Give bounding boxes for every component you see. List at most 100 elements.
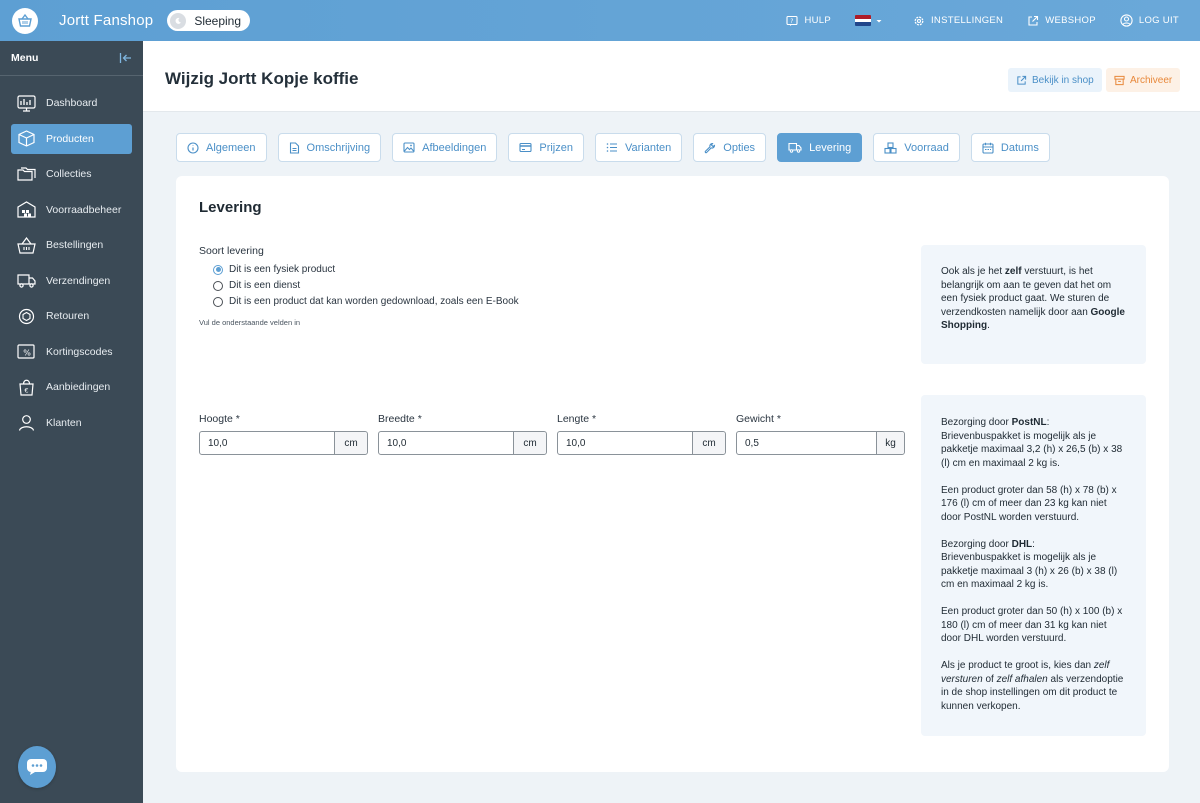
- list-icon: [606, 143, 617, 152]
- sidebar-item-bestellingen[interactable]: Bestellingen: [11, 230, 132, 260]
- tab-label: Datums: [1000, 141, 1039, 154]
- sidebar-item-voorraadbeheer[interactable]: Voorraadbeheer: [11, 195, 132, 225]
- weight-input[interactable]: 0,5: [737, 432, 876, 454]
- tab-opties[interactable]: Opties: [693, 133, 767, 162]
- product-tabs: Algemeen Omschrijving Afbeeldingen Prijz…: [176, 133, 1061, 162]
- sidebar-item-klanten[interactable]: Klanten: [11, 408, 132, 438]
- height-unit: cm: [334, 432, 367, 454]
- sidebar-item-retouren[interactable]: Retouren: [11, 301, 132, 331]
- shop-status-label: Sleeping: [194, 13, 242, 28]
- tab-algemeen[interactable]: Algemeen: [176, 133, 267, 162]
- top-nav: ? HULP INSTELLINGEN WEBSHOP LOG UIT: [762, 0, 1179, 41]
- delivery-type-label: Soort levering: [199, 245, 264, 257]
- sidebar-item-collecties[interactable]: Collecties: [11, 159, 132, 189]
- sidebar-item-producten[interactable]: Producten: [11, 123, 132, 154]
- radio-download[interactable]: Dit is een product dat kan worden gedown…: [213, 296, 519, 307]
- tab-voorraad[interactable]: Voorraad: [873, 133, 960, 162]
- radio-physical-product[interactable]: Dit is een fysiek product: [213, 264, 335, 275]
- sidebar-item-label: Retouren: [46, 310, 90, 322]
- sidebar-item-label: Aanbiedingen: [46, 381, 111, 393]
- view-in-shop-button[interactable]: Bekijk in shop: [1008, 68, 1102, 92]
- archive-button[interactable]: Archiveer: [1106, 68, 1181, 92]
- help-link[interactable]: ? HULP: [786, 15, 831, 27]
- radio-button-checked[interactable]: [213, 264, 223, 275]
- chat-support-button[interactable]: [18, 746, 56, 788]
- shop-logo-icon[interactable]: [12, 7, 38, 34]
- weight-unit: kg: [876, 432, 904, 454]
- truck-icon: [788, 142, 802, 153]
- external-link-icon: [1017, 75, 1027, 85]
- physical-product-info-text: Ook als je het zelf verstuurt, is het be…: [941, 266, 1125, 331]
- tab-label: Voorraad: [904, 141, 949, 154]
- tab-label: Afbeeldingen: [422, 141, 487, 154]
- language-selector[interactable]: [854, 15, 889, 26]
- length-field[interactable]: 10,0 cm: [557, 431, 726, 455]
- height-field[interactable]: 10,0 cm: [199, 431, 368, 455]
- settings-link[interactable]: INSTELLINGEN: [913, 15, 1003, 27]
- calendar-icon: [982, 142, 994, 154]
- collapse-sidebar-icon[interactable]: [119, 52, 132, 64]
- chat-icon: [27, 759, 47, 775]
- folders-icon: [17, 166, 36, 181]
- credit-card-icon: [519, 142, 532, 153]
- too-big-info: Als je product te groot is, kies dan zel…: [941, 660, 1124, 712]
- width-field[interactable]: 10,0 cm: [378, 431, 547, 455]
- postnl-info: Bezorging door PostNL: Brievenbuspakket i…: [941, 417, 1123, 469]
- sidebar-item-label: Verzendingen: [46, 274, 111, 287]
- radio-button[interactable]: [213, 296, 223, 307]
- sidebar-item-label: Producten: [46, 132, 94, 145]
- sidebar-item-dashboard[interactable]: Dashboard: [11, 88, 132, 118]
- archive-label: Archiveer: [1130, 74, 1173, 86]
- height-label: Hoogte *: [199, 413, 240, 425]
- sidebar-item-kortingscodes[interactable]: % Kortingscodes: [11, 337, 132, 367]
- archive-icon: [1114, 75, 1125, 85]
- weight-field[interactable]: 0,5 kg: [736, 431, 905, 455]
- sidebar: Menu Dashboard Producten Collecties Voor…: [0, 41, 143, 803]
- svg-text:%: %: [23, 349, 31, 358]
- shop-name[interactable]: Jortt Fanshop: [59, 12, 153, 29]
- warehouse-icon: [17, 201, 36, 218]
- width-label: Breedte *: [378, 413, 422, 425]
- sidebar-item-aanbiedingen[interactable]: € Aanbiedingen: [11, 372, 132, 402]
- webshop-link[interactable]: WEBSHOP: [1027, 15, 1096, 27]
- radio-service[interactable]: Dit is een dienst: [213, 280, 300, 291]
- dutch-flag-icon: [854, 15, 871, 26]
- sidebar-item-verzendingen[interactable]: Verzendingen: [11, 266, 132, 296]
- length-input[interactable]: 10,0: [558, 432, 692, 454]
- card-title: Levering: [199, 199, 262, 216]
- help-icon: ?: [786, 15, 798, 26]
- svg-text:?: ?: [791, 18, 795, 25]
- tab-afbeeldingen[interactable]: Afbeeldingen: [392, 133, 498, 162]
- width-unit: cm: [513, 432, 546, 454]
- tab-varianten[interactable]: Varianten: [594, 133, 683, 162]
- sidebar-item-label: Voorraadbeheer: [46, 203, 122, 216]
- tab-levering[interactable]: Levering: [777, 133, 863, 162]
- tab-label: Opties: [723, 141, 756, 154]
- tab-datums[interactable]: Datums: [970, 133, 1050, 162]
- shipping-info-box: Bezorging door PostNL: Brievenbuspakket i…: [921, 395, 1146, 736]
- height-input[interactable]: 10,0: [200, 432, 334, 454]
- radio-button[interactable]: [213, 280, 223, 291]
- radio-label: Dit is een fysiek product: [229, 264, 336, 275]
- sidebar-header: Menu: [0, 41, 143, 76]
- webshop-label: WEBSHOP: [1045, 15, 1096, 26]
- page-header: Wijzig Jortt Kopje koffie Bekijk in shop…: [143, 41, 1200, 112]
- sidebar-item-label: Klanten: [46, 416, 82, 429]
- shop-status-toggle[interactable]: Sleeping: [167, 10, 251, 31]
- tab-label: Omschrijving: [306, 141, 371, 154]
- dashboard-icon: [17, 94, 36, 112]
- tab-omschrijving[interactable]: Omschrijving: [277, 133, 382, 162]
- tab-prijzen[interactable]: Prijzen: [508, 133, 584, 162]
- discount-icon: %: [17, 344, 35, 359]
- logout-label: LOG UIT: [1138, 15, 1179, 26]
- delivery-card: Levering Soort levering Dit is een fysie…: [176, 176, 1169, 772]
- width-input[interactable]: 10,0: [379, 432, 513, 454]
- sidebar-item-label: Collecties: [46, 168, 92, 180]
- dhl-limit: Een product groter dan 50 (h) x 100 (b) …: [941, 606, 1123, 644]
- length-label: Lengte *: [557, 413, 597, 425]
- box-icon: [18, 130, 35, 147]
- tab-label: Algemeen: [206, 141, 256, 154]
- dhl-info: Bezorging door DHL: Brievenbuspakket is m…: [941, 538, 1118, 591]
- logout-link[interactable]: LOG UIT: [1120, 14, 1179, 27]
- moon-icon: [170, 12, 187, 29]
